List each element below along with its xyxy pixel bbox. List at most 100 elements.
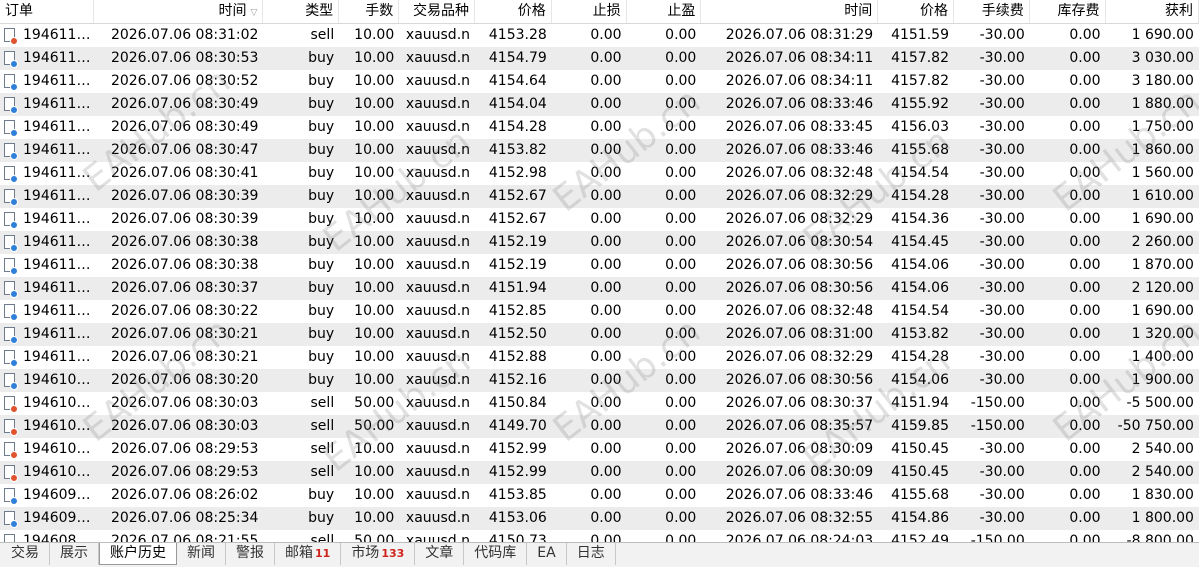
col-header-order[interactable]: 订单: [0, 0, 95, 23]
col-header-open-time[interactable]: 时间 ▽: [94, 0, 264, 23]
take-profit-cell: 0.00: [665, 96, 697, 112]
order-cell: 194610…: [0, 438, 94, 461]
open-time-cell: 2026.07.06 08:30:49: [110, 96, 259, 112]
col-header-profit[interactable]: 获利: [1106, 0, 1199, 23]
price-cell: 4152.88: [488, 349, 547, 365]
col-header-take-profit[interactable]: 止盈: [627, 0, 702, 23]
tab-mailbox[interactable]: 邮箱 11: [275, 543, 342, 565]
col-header-close-time[interactable]: 时间: [701, 0, 879, 23]
table-row[interactable]: 194611… 2026.07.06 08:30:39 buy 10.00 xauusd…: [0, 185, 1199, 208]
profit-cell: 1 560.00: [1131, 165, 1194, 181]
tab-exposure[interactable]: 展示: [50, 543, 99, 565]
tab-trade[interactable]: 交易: [1, 543, 50, 565]
col-header-commission[interactable]: 手续费: [954, 0, 1030, 23]
price-cell: 4153.06: [488, 510, 547, 526]
table-row[interactable]: 194610… 2026.07.06 08:29:53 sell 10.00 xauus…: [0, 461, 1199, 484]
tab-journal[interactable]: 日志: [567, 543, 616, 565]
table-row[interactable]: 194611… 2026.07.06 08:30:21 buy 10.00 xauusd…: [0, 323, 1199, 346]
table-row[interactable]: 194610… 2026.07.06 08:30:20 buy 10.00 xauusd…: [0, 369, 1199, 392]
profit-cell: 1 690.00: [1131, 303, 1194, 319]
price-cell: 4151.94: [488, 280, 547, 296]
take-profit-cell: 0.00: [665, 441, 697, 457]
table-row[interactable]: 194611… 2026.07.06 08:30:38 buy 10.00 xauusd…: [0, 231, 1199, 254]
col-header-symbol[interactable]: 交易品种: [399, 0, 476, 23]
close-time-cell: 2026.07.06 08:32:55: [725, 510, 874, 526]
buy-order-icon: [4, 96, 18, 114]
swap-cell: 0.00: [1069, 464, 1101, 480]
col-header-swap[interactable]: 库存费: [1030, 0, 1106, 23]
symbol-cell: xauusd.n: [405, 165, 471, 181]
table-row[interactable]: 194611… 2026.07.06 08:30:49 buy 10.00 xauusd…: [0, 93, 1199, 116]
open-time-cell: 2026.07.06 08:30:03: [110, 418, 259, 434]
table-row[interactable]: 194610… 2026.07.06 08:30:03 sell 50.00 xauus…: [0, 415, 1199, 438]
take-profit-cell: 0.00: [665, 73, 697, 89]
tab-experts[interactable]: EA: [527, 543, 567, 565]
open-time-cell: 2026.07.06 08:30:52: [110, 73, 259, 89]
close-time-cell: 2026.07.06 08:30:09: [725, 441, 874, 457]
market-count-badge: 133: [381, 547, 405, 560]
close-price-cell: 4154.06: [891, 257, 949, 273]
table-row[interactable]: 194611… 2026.07.06 08:30:52 buy 10.00 xauusd…: [0, 70, 1199, 93]
close-time-cell: 2026.07.06 08:32:29: [725, 188, 874, 204]
profit-cell: 1 690.00: [1131, 27, 1194, 43]
tab-code-base[interactable]: 代码库: [464, 543, 528, 565]
col-header-close-price[interactable]: 价格: [878, 0, 954, 23]
table-row[interactable]: 194609… 2026.07.06 08:25:34 buy 10.00 xauusd…: [0, 507, 1199, 530]
stop-loss-cell: 0.00: [590, 280, 622, 296]
table-row[interactable]: 194608… 2026.07.06 08:21:55 sell 50.00 xauus…: [0, 530, 1199, 542]
close-time-cell: 2026.07.06 08:32:48: [725, 165, 874, 181]
table-row[interactable]: 194611… 2026.07.06 08:30:47 buy 10.00 xauusd…: [0, 139, 1199, 162]
col-header-lots[interactable]: 手数: [339, 0, 400, 23]
table-row[interactable]: 194611… 2026.07.06 08:30:39 buy 10.00 xauusd…: [0, 208, 1199, 231]
order-cell: 194611…: [0, 231, 94, 254]
tab-account-history[interactable]: 账户历史: [99, 543, 177, 565]
symbol-cell: xauusd.n: [405, 464, 471, 480]
lots-cell: 10.00: [354, 119, 395, 135]
close-price-cell: 4155.92: [891, 96, 949, 112]
table-row[interactable]: 194611… 2026.07.06 08:30:21 buy 10.00 xauusd…: [0, 346, 1199, 369]
table-row[interactable]: 194611… 2026.07.06 08:30:38 buy 10.00 xauusd…: [0, 254, 1199, 277]
open-time-cell: 2026.07.06 08:30:37: [110, 280, 259, 296]
price-cell: 4150.84: [488, 395, 547, 411]
order-cell: 194611…: [0, 254, 94, 277]
tab-articles[interactable]: 文章: [415, 543, 465, 565]
close-price-cell: 4150.45: [891, 441, 949, 457]
open-time-cell: 2026.07.06 08:21:55: [110, 533, 259, 542]
table-row[interactable]: 194611… 2026.07.06 08:30:41 buy 10.00 xauusd…: [0, 162, 1199, 185]
table-row[interactable]: 194611… 2026.07.06 08:30:53 buy 10.00 xauusd…: [0, 47, 1199, 70]
table-row[interactable]: 194611… 2026.07.06 08:30:22 buy 10.00 xauusd…: [0, 300, 1199, 323]
col-header-price[interactable]: 价格: [475, 0, 552, 23]
price-cell: 4152.19: [488, 234, 547, 250]
order-ticket: 194611…: [23, 119, 91, 135]
table-row[interactable]: 194610… 2026.07.06 08:29:53 sell 10.00 xauus…: [0, 438, 1199, 461]
commission-cell: -30.00: [979, 441, 1025, 457]
table-body: 194611… 2026.07.06 08:31:02 sell 10.00 xauus…: [0, 24, 1199, 542]
table-row[interactable]: 194611… 2026.07.06 08:31:02 sell 10.00 xauus…: [0, 24, 1199, 47]
close-time-cell: 2026.07.06 08:31:29: [725, 27, 874, 43]
tab-news[interactable]: 新闻: [177, 543, 226, 565]
table-row[interactable]: 194609… 2026.07.06 08:26:02 buy 10.00 xauusd…: [0, 484, 1199, 507]
symbol-cell: xauusd.n: [405, 50, 471, 66]
take-profit-cell: 0.00: [665, 211, 697, 227]
tab-alerts[interactable]: 警报: [226, 543, 275, 565]
tab-market[interactable]: 市场 133: [341, 543, 416, 565]
close-price-cell: 4151.59: [891, 27, 949, 43]
table-row[interactable]: 194611… 2026.07.06 08:30:37 buy 10.00 xauusd…: [0, 277, 1199, 300]
symbol-cell: xauusd.n: [405, 510, 471, 526]
stop-loss-cell: 0.00: [590, 142, 622, 158]
price-cell: 4152.16: [488, 372, 547, 388]
table-row[interactable]: 194611… 2026.07.06 08:30:49 buy 10.00 xauusd…: [0, 116, 1199, 139]
open-time-cell: 2026.07.06 08:30:49: [110, 119, 259, 135]
sell-order-icon: [4, 464, 18, 482]
swap-cell: 0.00: [1069, 533, 1101, 542]
buy-order-icon: [4, 257, 18, 275]
lots-cell: 10.00: [354, 441, 395, 457]
buy-order-icon: [4, 73, 18, 91]
price-cell: 4152.67: [488, 188, 547, 204]
symbol-cell: xauusd.n: [405, 96, 471, 112]
type-cell: sell: [310, 464, 335, 480]
table-row[interactable]: 194610… 2026.07.06 08:30:03 sell 50.00 xauus…: [0, 392, 1199, 415]
col-header-stop-loss[interactable]: 止损: [552, 0, 627, 23]
open-time-cell: 2026.07.06 08:30:21: [110, 349, 259, 365]
col-header-type[interactable]: 类型: [263, 0, 340, 23]
